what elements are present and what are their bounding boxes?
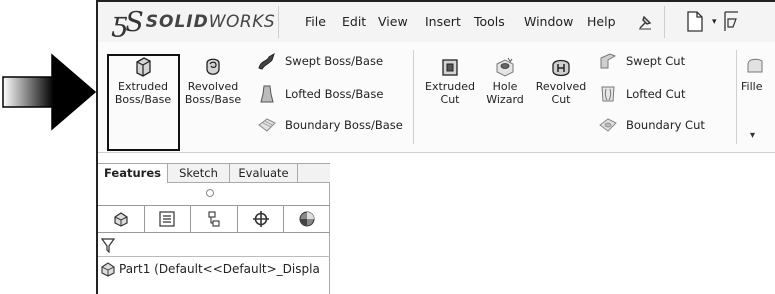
property-manager-tab[interactable] xyxy=(145,206,192,232)
tree-item-part1[interactable]: Part1 (Default<<Default>_Displa xyxy=(100,261,320,277)
ribbon-separator xyxy=(736,50,737,144)
swept-boss-icon xyxy=(258,52,275,70)
revolved-boss-label-line1: Revolved xyxy=(187,80,239,93)
boundary-boss-icon xyxy=(258,118,276,132)
solidworks-window: ƽS SOLID WORKS File Edit View Insert Too… xyxy=(96,0,775,294)
fillet-label: Fille xyxy=(741,80,763,93)
crosshair-icon xyxy=(252,211,269,227)
solidworks-logo[interactable]: ƽS SOLID WORKS xyxy=(112,5,275,39)
lofted-cut-button[interactable]: Lofted Cut xyxy=(598,84,685,104)
new-dropdown-chevron-icon[interactable]: ▾ xyxy=(712,17,717,27)
command-ribbon: Extruded Boss/Base Revolved Boss/Base Sw… xyxy=(98,42,775,153)
extruded-cut-label-line2: Cut xyxy=(440,93,460,106)
revolved-boss-button[interactable]: Revolved Boss/Base xyxy=(182,56,244,106)
revolved-cut-icon xyxy=(552,59,570,77)
feature-tree-tab[interactable] xyxy=(98,206,145,232)
hole-wizard-label-line1: Hole xyxy=(492,80,518,93)
lofted-cut-icon xyxy=(601,86,615,102)
fillet-icon xyxy=(747,58,763,73)
ribbon-separator xyxy=(413,50,414,144)
configuration-manager-tab[interactable] xyxy=(191,206,238,232)
menu-window[interactable]: Window xyxy=(524,14,573,29)
pin-icon[interactable] xyxy=(636,13,654,31)
revolved-boss-label-line2: Boss/Base xyxy=(184,93,242,106)
menu-insert[interactable]: Insert xyxy=(425,14,461,29)
fillet-button[interactable]: Fille xyxy=(741,56,775,93)
filter-row xyxy=(98,233,330,257)
menu-help[interactable]: Help xyxy=(587,14,616,29)
boundary-cut-label: Boundary Cut xyxy=(626,118,705,132)
part-icon xyxy=(114,212,128,227)
revolved-boss-icon xyxy=(206,58,220,75)
extruded-cut-icon xyxy=(442,59,458,76)
command-manager-tabs: Features Sketch Evaluate xyxy=(98,163,330,183)
boundary-boss-label: Boundary Boss/Base xyxy=(285,118,403,132)
panel-grip-icon[interactable] xyxy=(206,189,214,197)
hole-wizard-label-line2: Wizard xyxy=(486,93,524,106)
menu-edit[interactable]: Edit xyxy=(342,14,366,29)
menu-view[interactable]: View xyxy=(378,14,408,29)
part1-label: Part1 (Default<<Default>_Displa xyxy=(119,262,320,276)
extruded-cut-label-line1: Extruded xyxy=(425,80,475,93)
extruded-boss-highlight xyxy=(107,54,180,151)
pointer-arrow-icon xyxy=(2,53,97,131)
logo-solid-text: SOLID xyxy=(145,12,209,32)
display-manager-tab[interactable] xyxy=(284,206,330,232)
menu-tools[interactable]: Tools xyxy=(474,14,505,29)
menu-separator xyxy=(664,6,665,38)
feature-manager-panel: Part1 (Default<<Default>_Displa xyxy=(98,183,330,294)
part-icon xyxy=(101,262,115,277)
menu-separator xyxy=(278,6,279,38)
tab-features[interactable]: Features xyxy=(98,164,168,183)
boundary-cut-button[interactable]: Boundary Cut xyxy=(598,116,705,134)
boundary-boss-button[interactable]: Boundary Boss/Base xyxy=(257,116,403,134)
lofted-boss-button[interactable]: Lofted Boss/Base xyxy=(257,84,383,104)
lofted-boss-icon xyxy=(260,85,274,103)
boundary-cut-icon xyxy=(599,118,617,132)
hole-wizard-icon xyxy=(496,57,514,77)
property-manager-icon xyxy=(159,211,175,227)
ribbon-overflow-chevron-icon[interactable]: ▾ xyxy=(750,130,755,141)
menu-bar: ƽS SOLID WORKS File Edit View Insert Too… xyxy=(98,2,775,42)
tab-sketch[interactable]: Sketch xyxy=(168,164,230,183)
swept-cut-button[interactable]: Swept Cut xyxy=(598,52,685,70)
hole-wizard-button[interactable]: Hole Wizard xyxy=(480,56,530,106)
revolved-cut-button[interactable]: Revolved Cut xyxy=(534,56,588,106)
swept-cut-label: Swept Cut xyxy=(626,54,686,68)
configuration-manager-icon xyxy=(208,211,220,227)
filter-icon[interactable] xyxy=(101,237,115,253)
open-document-icon[interactable] xyxy=(724,11,738,32)
ds-logo-mark: ƽS xyxy=(112,6,144,38)
appearance-sphere-icon xyxy=(299,211,315,227)
swept-boss-label: Swept Boss/Base xyxy=(285,54,384,68)
new-document-icon[interactable] xyxy=(687,11,703,32)
extruded-cut-button[interactable]: Extruded Cut xyxy=(422,56,478,106)
feature-manager-tab-row xyxy=(98,205,330,233)
swept-cut-icon xyxy=(600,53,617,69)
tab-evaluate[interactable]: Evaluate xyxy=(230,164,298,183)
lofted-boss-label: Lofted Boss/Base xyxy=(285,87,384,101)
menu-file[interactable]: File xyxy=(305,14,326,29)
revolved-cut-label-line2: Cut xyxy=(551,93,571,106)
lofted-cut-label: Lofted Cut xyxy=(626,87,686,101)
dimxpert-manager-tab[interactable] xyxy=(238,206,285,232)
swept-boss-button[interactable]: Swept Boss/Base xyxy=(257,52,383,70)
logo-works-text: WORKS xyxy=(208,12,276,32)
revolved-cut-label-line1: Revolved xyxy=(535,80,587,93)
